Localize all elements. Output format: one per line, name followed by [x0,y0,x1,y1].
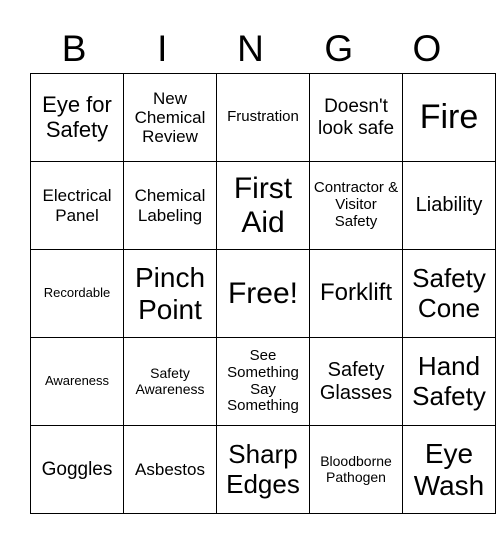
bingo-cell[interactable]: Forklift [309,249,403,338]
bingo-cell[interactable]: First Aid [216,161,310,250]
bingo-cell[interactable]: Goggles [30,425,124,514]
bingo-cell[interactable]: Doesn't look safe [309,73,403,162]
bingo-cell[interactable]: Eye for Safety [30,73,124,162]
header-letter-i: I [157,28,168,69]
bingo-cell[interactable]: Sharp Edges [216,425,310,514]
free-space-cell[interactable]: Free! [216,249,310,338]
bingo-cell[interactable]: Electrical Panel [30,161,124,250]
bingo-row: Awareness Safety Awareness See Something… [30,337,496,426]
header-letter-b: B [61,28,87,69]
bingo-grid: Eye for Safety New Chemical Review Frust… [30,73,496,514]
bingo-row: Recordable Pinch Point Free! Forklift Sa… [30,249,496,338]
bingo-cell[interactable]: Bloodborne Pathogen [309,425,403,514]
bingo-cell[interactable]: Pinch Point [123,249,217,338]
bingo-header: B I N G O [30,26,471,72]
bingo-row: Electrical Panel Chemical Labeling First… [30,161,496,250]
bingo-cell[interactable]: New Chemical Review [123,73,217,162]
bingo-cell[interactable]: Liability [402,161,496,250]
bingo-cell[interactable]: Fire [402,73,496,162]
bingo-cell[interactable]: Recordable [30,249,124,338]
bingo-cell[interactable]: Hand Safety [402,337,496,426]
header-letter-g: G [324,28,354,69]
bingo-cell[interactable]: Contractor & Visitor Safety [309,161,403,250]
bingo-cell[interactable]: Safety Glasses [309,337,403,426]
bingo-row: Goggles Asbestos Sharp Edges Bloodborne … [30,425,496,514]
bingo-cell[interactable]: Asbestos [123,425,217,514]
bingo-cell[interactable]: Frustration [216,73,310,162]
bingo-row: Eye for Safety New Chemical Review Frust… [30,73,496,162]
header-letter-n: N [237,28,264,69]
bingo-cell[interactable]: Awareness [30,337,124,426]
header-letter-o: O [412,28,442,69]
bingo-cell[interactable]: Chemical Labeling [123,161,217,250]
bingo-cell[interactable]: See Something Say Something [216,337,310,426]
bingo-cell[interactable]: Eye Wash [402,425,496,514]
bingo-cell[interactable]: Safety Cone [402,249,496,338]
bingo-cell[interactable]: Safety Awareness [123,337,217,426]
